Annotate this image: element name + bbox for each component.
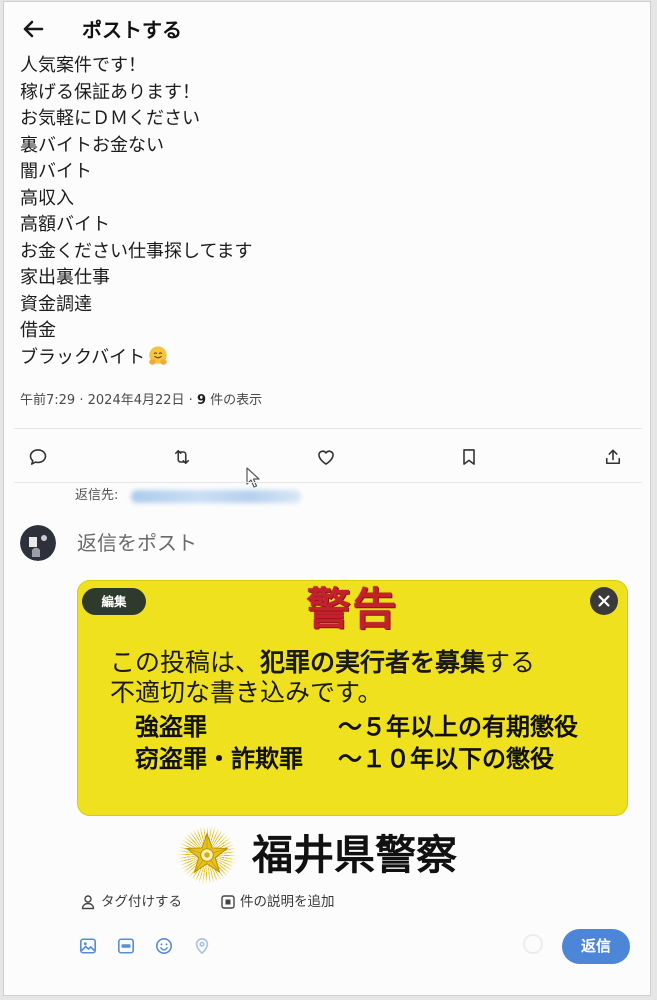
post-line: お気軽にＤＭください [20, 108, 200, 129]
reply-input[interactable]: 返信をポスト [77, 529, 537, 557]
post-line: 高収入 [20, 187, 74, 209]
heart-icon [316, 447, 336, 467]
warning-text: する [485, 648, 536, 677]
crime-penalty: ～５年以上の有期懲役 [338, 713, 578, 741]
tag-people-button[interactable]: タグ付けする [80, 893, 182, 911]
like-button[interactable] [316, 447, 336, 467]
image-icon[interactable] [79, 937, 97, 955]
gif-icon[interactable] [117, 937, 135, 955]
warning-text: この投稿は、 [110, 648, 261, 677]
mouse-pointer-icon [246, 467, 260, 488]
warning-text-emphasis: 犯罪の実行者を募集 [260, 648, 486, 677]
tag-people-label: タグ付けする [101, 894, 182, 910]
post-time: 午前7:29 [20, 393, 76, 408]
person-icon [80, 894, 96, 910]
meta-separator: · [188, 393, 193, 408]
emoji-icon[interactable] [155, 937, 173, 955]
meta-separator: · [79, 393, 84, 408]
hugging-face-emoji-icon [147, 345, 169, 367]
post-line: 資金調達 [20, 293, 92, 315]
view-count: 9 [196, 393, 206, 408]
post-body: 人気案件です！ 稼げる保証あります！ お気軽にＤＭください 裏バイトお金ない 闇… [20, 53, 620, 371]
post-line: 人気案件です！ [20, 55, 146, 76]
views-link[interactable]: 9 件の表示 [197, 393, 262, 408]
share-icon [603, 447, 623, 467]
post-line: 裏バイトお金ない [20, 134, 164, 156]
reply-button[interactable] [28, 447, 48, 467]
crime-penalty: ～１０年以下の懲役 [338, 745, 554, 773]
post-line: 稼げる保証あります！ [20, 81, 200, 103]
bookmark-icon [459, 447, 479, 467]
add-description-label: 件の説明を追加 [240, 894, 335, 910]
post-metadata: 午前7:29 · 2024年4月22日 · 9 件の表示 [20, 392, 262, 410]
arrow-left-icon [22, 19, 44, 43]
post-line: ブラックバイト [20, 346, 146, 368]
warning-line-2: 不適切な書き込みです。 [110, 678, 383, 707]
crime-name: 窃盗罪・詐欺罪 [135, 745, 303, 773]
post-line: 高額バイト [20, 214, 110, 235]
post-line: 闇バイト [20, 161, 92, 182]
issuer-name: 福井県警察 [252, 831, 457, 879]
post-line: 借金 [20, 320, 56, 341]
views-label: 件の表示 [210, 393, 263, 408]
crime-name: 強盗罪 [135, 713, 207, 741]
share-button[interactable] [603, 447, 623, 467]
post-date: 2024年4月22日 [87, 393, 185, 408]
post-line: 家出裏仕事 [20, 267, 110, 288]
comment-icon [28, 447, 48, 467]
repost-icon [172, 447, 192, 467]
compose-toolbar [79, 937, 211, 955]
compose-reply-view: ポストする 人気案件です！ 稼げる保証あります！ お気軽にＤＭください 裏バイト… [0, 0, 657, 1000]
post-line-last: ブラックバイト [20, 345, 620, 372]
character-counter [523, 934, 543, 954]
back-button[interactable] [20, 19, 46, 43]
divider [14, 428, 642, 429]
alt-text-icon [221, 895, 235, 909]
warning-line-1: この投稿は、犯罪の実行者を募集する [110, 649, 535, 677]
location-icon[interactable] [193, 937, 211, 955]
post-actions [28, 447, 623, 467]
attached-warning-image: 編集 警告 この投稿は、犯罪の実行者を募集する 不適切な書き込みです。 強盗罪 … [77, 580, 628, 816]
bookmark-button[interactable] [459, 447, 479, 467]
page-title: ポストする [82, 18, 182, 42]
reply-to-label: 返信先: [75, 488, 119, 503]
add-description-button[interactable]: 件の説明を追加 [221, 893, 335, 911]
post-line: お金ください仕事探してます [20, 240, 253, 262]
repost-button[interactable] [172, 447, 192, 467]
divider [14, 482, 642, 483]
warning-title: 警告 [306, 584, 399, 635]
reply-submit-button[interactable]: 返信 [562, 929, 630, 964]
police-emblem-icon [178, 826, 236, 884]
reply-to-handle[interactable] [131, 490, 301, 503]
avatar[interactable] [20, 525, 56, 561]
